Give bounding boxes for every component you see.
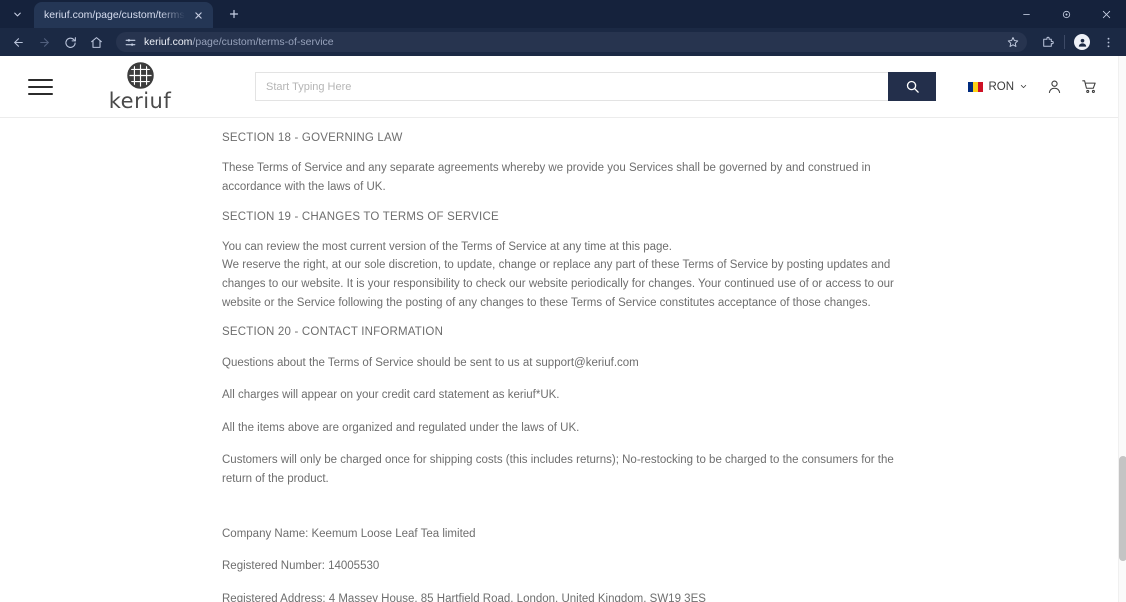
section-heading: SECTION 19 - CHANGES TO TERMS OF SERVICE bbox=[222, 210, 499, 223]
section-paragraph: All the items above are organized and re… bbox=[222, 421, 580, 434]
site-logo[interactable]: keriuf bbox=[80, 61, 200, 113]
section-paragraph: All charges will appear on your credit c… bbox=[222, 389, 560, 402]
address-bar-host: keriuf.com bbox=[144, 36, 193, 48]
company-name: Company Name: Keemum Loose Leaf Tea limi… bbox=[222, 527, 476, 540]
site-header: keriuf Start Typing Here RON bbox=[0, 56, 1118, 118]
section-heading: SECTION 18 - GOVERNING LAW bbox=[222, 132, 403, 144]
profile-avatar-icon bbox=[1074, 34, 1090, 50]
window-close-button[interactable] bbox=[1086, 0, 1126, 28]
terms-of-service-body: SECTION 18 - GOVERNING LAW These Terms o… bbox=[222, 130, 912, 602]
profile-button[interactable] bbox=[1070, 30, 1094, 54]
back-button[interactable] bbox=[6, 30, 30, 54]
browser-toolbar: keriuf.com/page/custom/terms-of-service bbox=[0, 28, 1126, 56]
toolbar-right-actions bbox=[1035, 30, 1120, 54]
forward-arrow-icon bbox=[39, 37, 49, 47]
address-bar-path: /page/custom/terms-of-service bbox=[192, 36, 334, 48]
section-paragraph: Customers will only be charged once for … bbox=[222, 454, 894, 485]
chevron-down-icon bbox=[13, 12, 21, 16]
back-arrow-icon bbox=[13, 37, 23, 47]
page-scrollbar-thumb[interactable] bbox=[1119, 456, 1126, 561]
search-submit-button[interactable] bbox=[888, 72, 937, 101]
forward-button[interactable] bbox=[32, 30, 56, 54]
keriuf-circular-logo bbox=[126, 61, 154, 89]
shopping-cart-icon bbox=[1081, 80, 1096, 93]
three-dot-menu-icon bbox=[1107, 37, 1109, 47]
bookmark-star-icon[interactable] bbox=[1005, 34, 1021, 50]
cart-button[interactable] bbox=[1080, 78, 1098, 96]
extensions-icon bbox=[1042, 36, 1054, 47]
hamburger-menu-icon[interactable] bbox=[28, 72, 58, 102]
registered-number: Registered Number: 14005530 bbox=[222, 560, 380, 573]
window-minimize-button[interactable] bbox=[1006, 0, 1046, 28]
currency-label: RON bbox=[988, 80, 1014, 93]
section-paragraph: These Terms of Service and any separate … bbox=[222, 162, 871, 193]
page-viewport: keriuf Start Typing Here RON SECTION 18 … bbox=[0, 56, 1126, 602]
minimize-icon bbox=[1022, 13, 1030, 15]
browser-menu-button[interactable] bbox=[1096, 30, 1120, 54]
home-button[interactable] bbox=[84, 30, 108, 54]
site-search bbox=[255, 72, 937, 101]
browser-tab-strip: keriuf.com/page/custom/terms bbox=[0, 0, 1126, 28]
window-maximize-button[interactable] bbox=[1046, 0, 1086, 28]
section-paragraph: Questions about the Terms of Service sho… bbox=[222, 356, 639, 369]
new-tab-button[interactable] bbox=[221, 1, 247, 27]
home-icon bbox=[90, 36, 102, 48]
browser-window: keriuf.com/page/custom/terms keriuf.com/… bbox=[0, 0, 1126, 602]
registered-address: Registered Address: 4 Massey House, 85 H… bbox=[222, 592, 706, 602]
address-bar-url: keriuf.com/page/custom/terms-of-service bbox=[144, 36, 334, 48]
page-main-content: SECTION 18 - GOVERNING LAW These Terms o… bbox=[0, 118, 1118, 602]
window-controls bbox=[1006, 0, 1126, 28]
toolbar-divider bbox=[1064, 35, 1065, 49]
browser-tab[interactable]: keriuf.com/page/custom/terms bbox=[34, 2, 213, 28]
currency-selector[interactable]: RON bbox=[968, 81, 1028, 93]
tune-icon[interactable] bbox=[124, 36, 137, 49]
user-account-icon bbox=[1048, 80, 1060, 94]
tab-close-icon[interactable] bbox=[191, 7, 207, 23]
page-scrollbar[interactable] bbox=[1118, 56, 1126, 602]
plus-icon bbox=[229, 9, 238, 19]
page-content-scroll: keriuf Start Typing Here RON SECTION 18 … bbox=[0, 56, 1118, 602]
site-logo-text: keriuf bbox=[108, 88, 172, 113]
account-button[interactable] bbox=[1045, 78, 1063, 96]
romania-flag-icon bbox=[968, 81, 984, 92]
section-paragraph: You can review the most current version … bbox=[222, 240, 894, 309]
section-heading: SECTION 20 - CONTACT INFORMATION bbox=[222, 326, 444, 339]
browser-tab-title: keriuf.com/page/custom/terms bbox=[44, 9, 185, 21]
chevron-down-icon bbox=[1020, 84, 1027, 89]
close-icon bbox=[1102, 10, 1110, 18]
header-actions: RON bbox=[968, 78, 1098, 96]
extensions-button[interactable] bbox=[1035, 30, 1059, 54]
maximize-icon bbox=[1062, 10, 1070, 18]
tab-search-dropdown-button[interactable] bbox=[4, 1, 30, 27]
search-input[interactable] bbox=[255, 72, 889, 101]
reload-button[interactable] bbox=[58, 30, 82, 54]
search-icon bbox=[906, 80, 919, 93]
reload-icon bbox=[64, 36, 76, 48]
address-bar[interactable]: keriuf.com/page/custom/terms-of-service bbox=[116, 32, 1027, 52]
